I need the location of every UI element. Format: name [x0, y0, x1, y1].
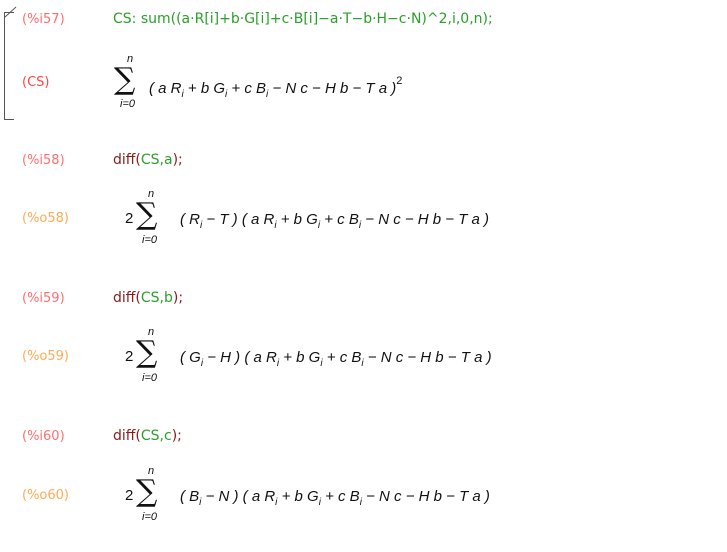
output-label-cs: (CS) — [22, 75, 50, 90]
output-expr-cs: ( a Ri + b Gi + c Bi − N c − H b − T a )… — [149, 75, 403, 100]
sigma-icon: ∑ — [136, 474, 158, 509]
sum-lower: i=0 — [142, 372, 157, 384]
bracket-bottom — [4, 119, 14, 120]
input-label-i60: (%i60) — [22, 429, 65, 444]
input-label-i59: (%i59) — [22, 291, 65, 306]
coef: 2 — [125, 348, 134, 365]
input-cell-i58[interactable]: diff(CS,a); — [113, 152, 183, 168]
sigma-icon: ∑ — [136, 335, 158, 370]
output-label-o60: (%o60) — [22, 488, 69, 503]
bracket-line — [4, 12, 5, 120]
output-expr-o58: ( Ri − T ) ( a Ri + b Gi + c Bi − N c − … — [180, 211, 490, 231]
output-expr-o60: ( Bi − N ) ( a Ri + b Gi + c Bi − N c − … — [180, 488, 490, 508]
cell-bracket-arrow-icon — [4, 6, 17, 18]
sigma-icon: ∑ — [114, 62, 136, 97]
input-label-i58: (%i58) — [22, 153, 65, 168]
output-label-o59: (%o59) — [22, 349, 69, 364]
sum-lower: i=0 — [120, 98, 135, 110]
input-cell-i60[interactable]: diff(CS,c); — [113, 428, 182, 444]
coef: 2 — [125, 210, 134, 227]
sum-lower: i=0 — [142, 511, 157, 523]
input-text-i57: CS: sum((a·R[i]+b·G[i]+c·B[i]−a·T−b·H−c·… — [113, 11, 493, 27]
output-label-o58: (%o58) — [22, 211, 69, 226]
sigma-icon: ∑ — [136, 197, 158, 232]
coef: 2 — [125, 487, 134, 504]
output-expr-o59: ( Gi − H ) ( a Ri + b Gi + c Bi − N c − … — [180, 349, 492, 369]
sum-lower: i=0 — [142, 234, 157, 246]
input-label-i57: (%i57) — [22, 12, 65, 27]
input-cell-i57[interactable]: CS: sum((a·R[i]+b·G[i]+c·B[i]−a·T−b·H−c·… — [113, 11, 493, 27]
input-cell-i59[interactable]: diff(CS,b); — [113, 290, 183, 306]
